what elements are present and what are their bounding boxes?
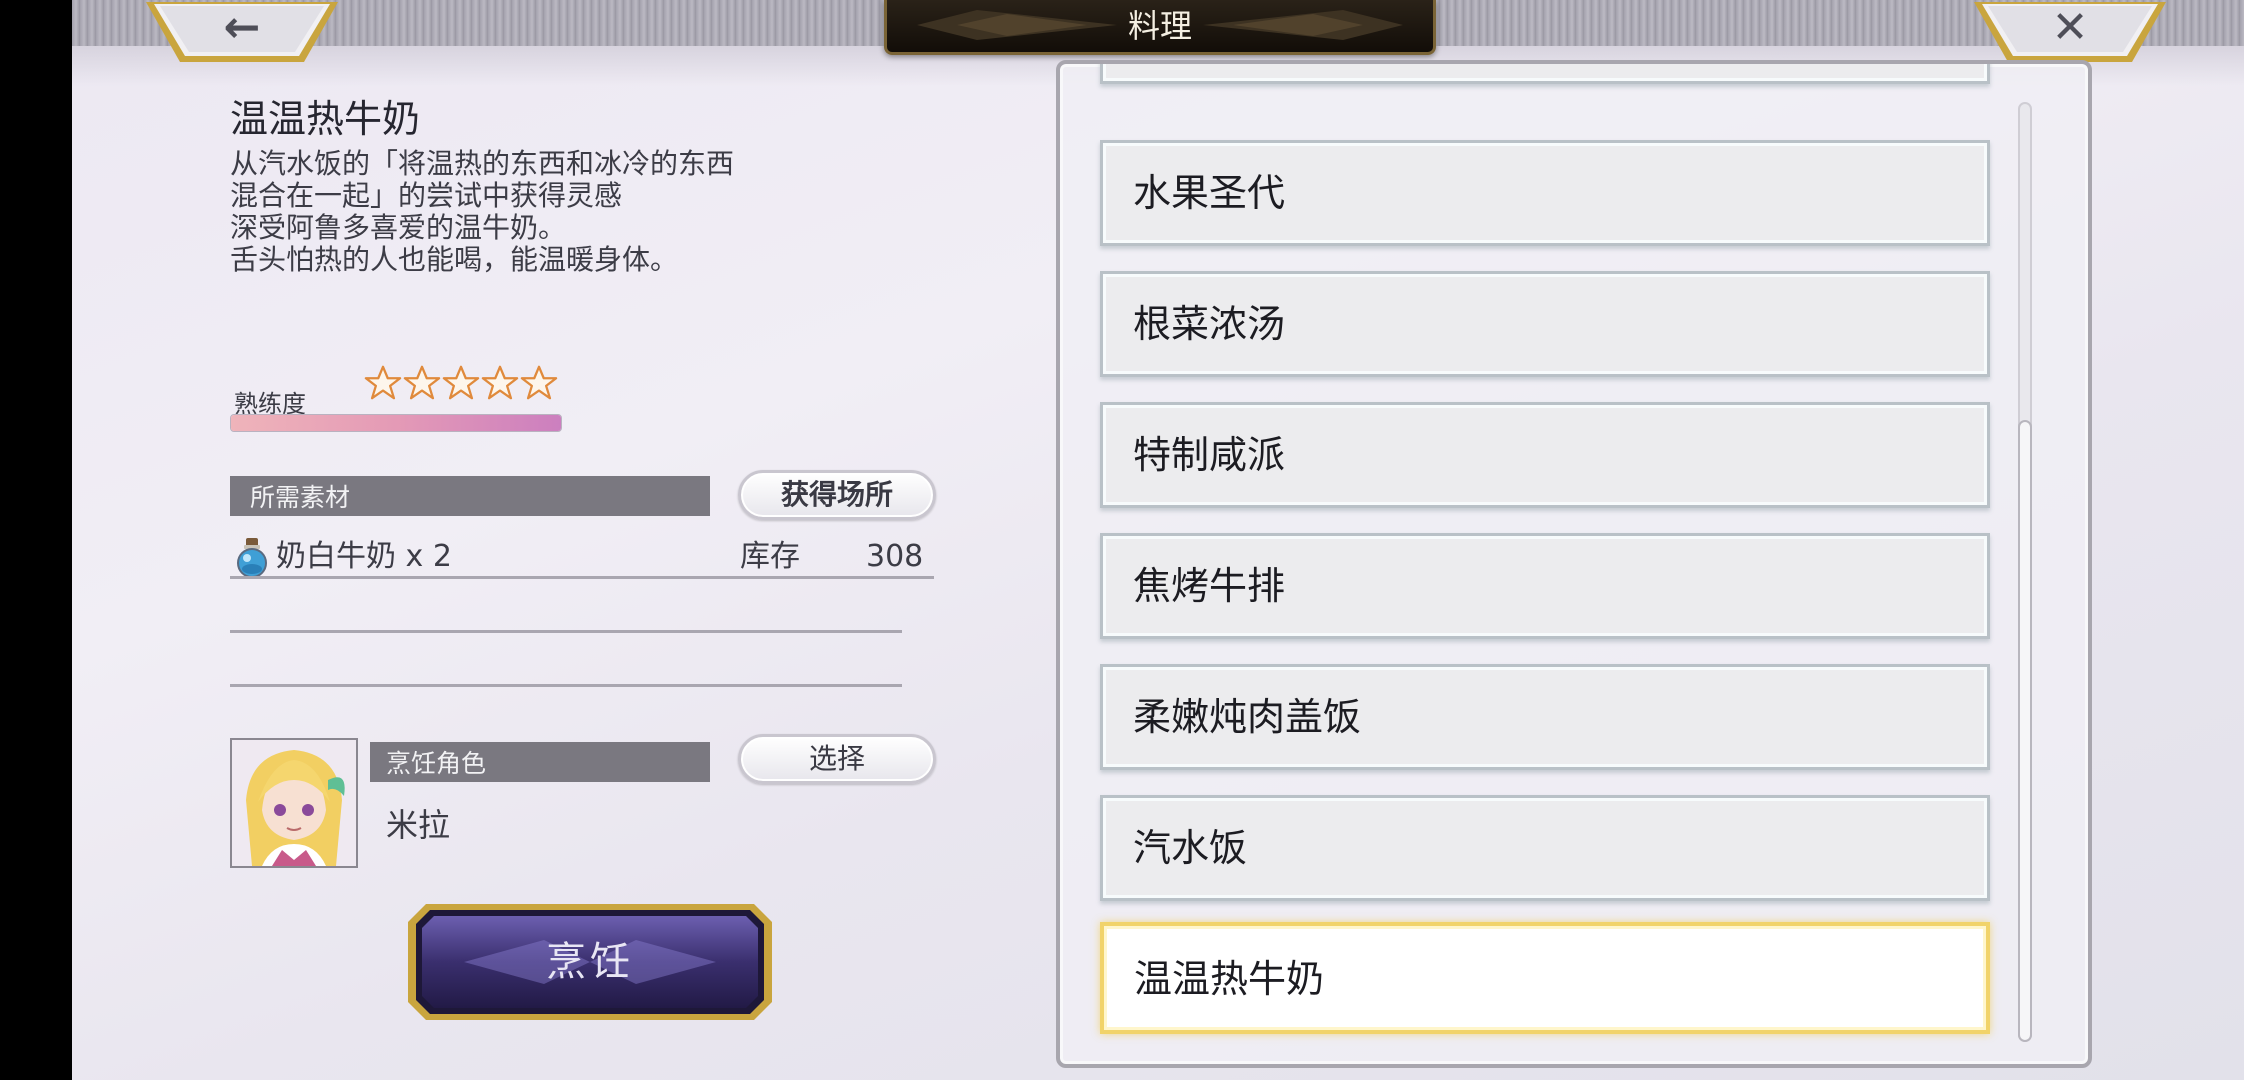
description-line: 从汽水饭的「将温热的东西和冰冷的东西 [230,147,735,180]
material-divider [230,576,934,579]
recipe-item-label: 焦烤牛排 [1133,564,1286,608]
obtain-location-button[interactable]: 获得场所 [738,470,936,520]
recipe-item[interactable]: 柔嫩炖肉盖饭 [1100,664,1990,770]
materials-section-header: 所需素材 [230,476,710,516]
cook-button[interactable]: 烹饪 [404,900,776,1024]
recipe-item-selected[interactable]: 温温热牛奶 [1100,922,1990,1034]
title-banner: 料理 [884,0,1436,55]
character-portrait [232,740,356,866]
mastery-bar [230,414,562,432]
star-empty-icon [403,365,441,400]
cooking-screen: ← ✕ 料理 温温热牛奶 从汽水饭的「将温热的东西和冰冷的东西 混合在一起」的尝… [72,0,2244,1080]
potion-bottle-icon [237,538,267,578]
recipe-item[interactable]: 根菜浓汤 [1100,271,1990,377]
page-title: 料理 [1127,7,1192,45]
recipe-item-partial[interactable] [1100,64,1990,84]
character-name: 米拉 [386,806,451,844]
material-divider [230,684,902,687]
close-button[interactable]: ✕ [1972,0,2168,66]
cook-role-section-header: 烹饪角色 [370,742,710,782]
arrow-left-icon: ← [223,2,261,53]
recipe-item-label: 特制咸派 [1133,433,1286,477]
back-button[interactable]: ← [144,0,340,66]
scrollbar-thumb[interactable] [2018,420,2032,1042]
recipe-item-label: 水果圣代 [1133,171,1286,215]
recipe-item[interactable]: 汽水饭 [1100,795,1990,901]
item-name: 温温热牛奶 [230,97,421,141]
recipe-item[interactable]: 水果圣代 [1100,140,1990,246]
description-line: 混合在一起」的尝试中获得灵感 [230,179,623,212]
material-divider [230,630,902,633]
recipe-list-panel: 水果圣代根菜浓汤特制咸派焦烤牛排柔嫩炖肉盖饭 汽水饭温温热牛奶 [1056,60,2092,1068]
star-empty-icon [442,365,480,400]
select-character-button[interactable]: 选择 [738,734,936,784]
recipe-item-label: 温温热牛奶 [1134,957,1325,1001]
star-empty-icon [364,365,402,400]
description-line: 舌头怕热的人也能喝，能温暖身体。 [230,243,679,276]
recipe-item-label: 柔嫩炖肉盖饭 [1133,695,1362,739]
star-empty-icon [481,365,519,400]
star-empty-icon [520,365,558,400]
description-line: 深受阿鲁多喜爱的温牛奶。 [230,211,567,244]
recipe-item[interactable]: 焦烤牛排 [1100,533,1990,639]
stock-value: 308 [866,539,924,574]
mastery-stars [364,364,559,404]
recipe-item-label: 汽水饭 [1133,826,1248,870]
material-row: 奶白牛奶 x 2 库存 308 [230,534,936,580]
cook-button-label: 烹饪 [546,939,634,985]
stock-label: 库存 [740,539,800,574]
close-icon: ✕ [2051,2,2089,53]
character-avatar[interactable] [230,738,358,868]
recipe-item[interactable]: 特制咸派 [1100,402,1990,508]
mastery-bar-fill [231,415,561,431]
recipe-item-label: 根菜浓汤 [1133,302,1286,346]
material-name: 奶白牛奶 x 2 [276,539,452,574]
